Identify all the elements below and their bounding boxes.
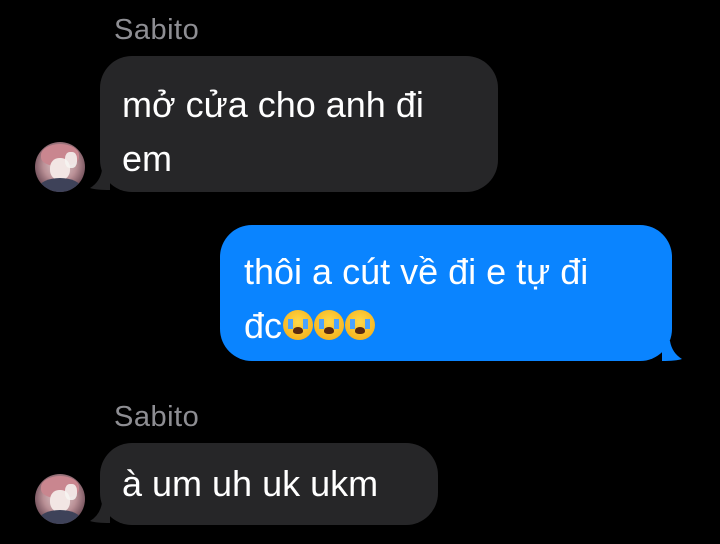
avatar[interactable]: [35, 142, 85, 192]
message-text-line: đc: [244, 305, 283, 346]
message-text-line-with-emoji: đc: [244, 299, 648, 353]
bubble-tail-incoming: [90, 503, 110, 523]
message-bubble-incoming[interactable]: à um uh uk ukm: [100, 443, 438, 525]
bubble-tail-incoming: [90, 170, 110, 190]
message-text-line: mở cửa cho anh đi: [122, 84, 424, 125]
avatar[interactable]: [35, 474, 85, 524]
sender-name: Sabito: [114, 401, 200, 433]
sender-name: Sabito: [114, 14, 200, 46]
message-text-line: à um uh uk ukm: [122, 463, 379, 504]
message-bubble-incoming[interactable]: mở cửa cho anh đi em: [100, 56, 498, 192]
bubble-tail-outgoing: [662, 341, 682, 361]
loudly-crying-face-icon: [345, 310, 376, 340]
loudly-crying-face-icon: [314, 310, 345, 340]
loudly-crying-face-icon: [283, 310, 314, 340]
message-text-line: thôi a cút về đi e tự đi: [244, 251, 589, 292]
message-text-line: em: [122, 138, 173, 179]
message-bubble-outgoing[interactable]: thôi a cút về đi e tự đi đc: [220, 225, 672, 361]
